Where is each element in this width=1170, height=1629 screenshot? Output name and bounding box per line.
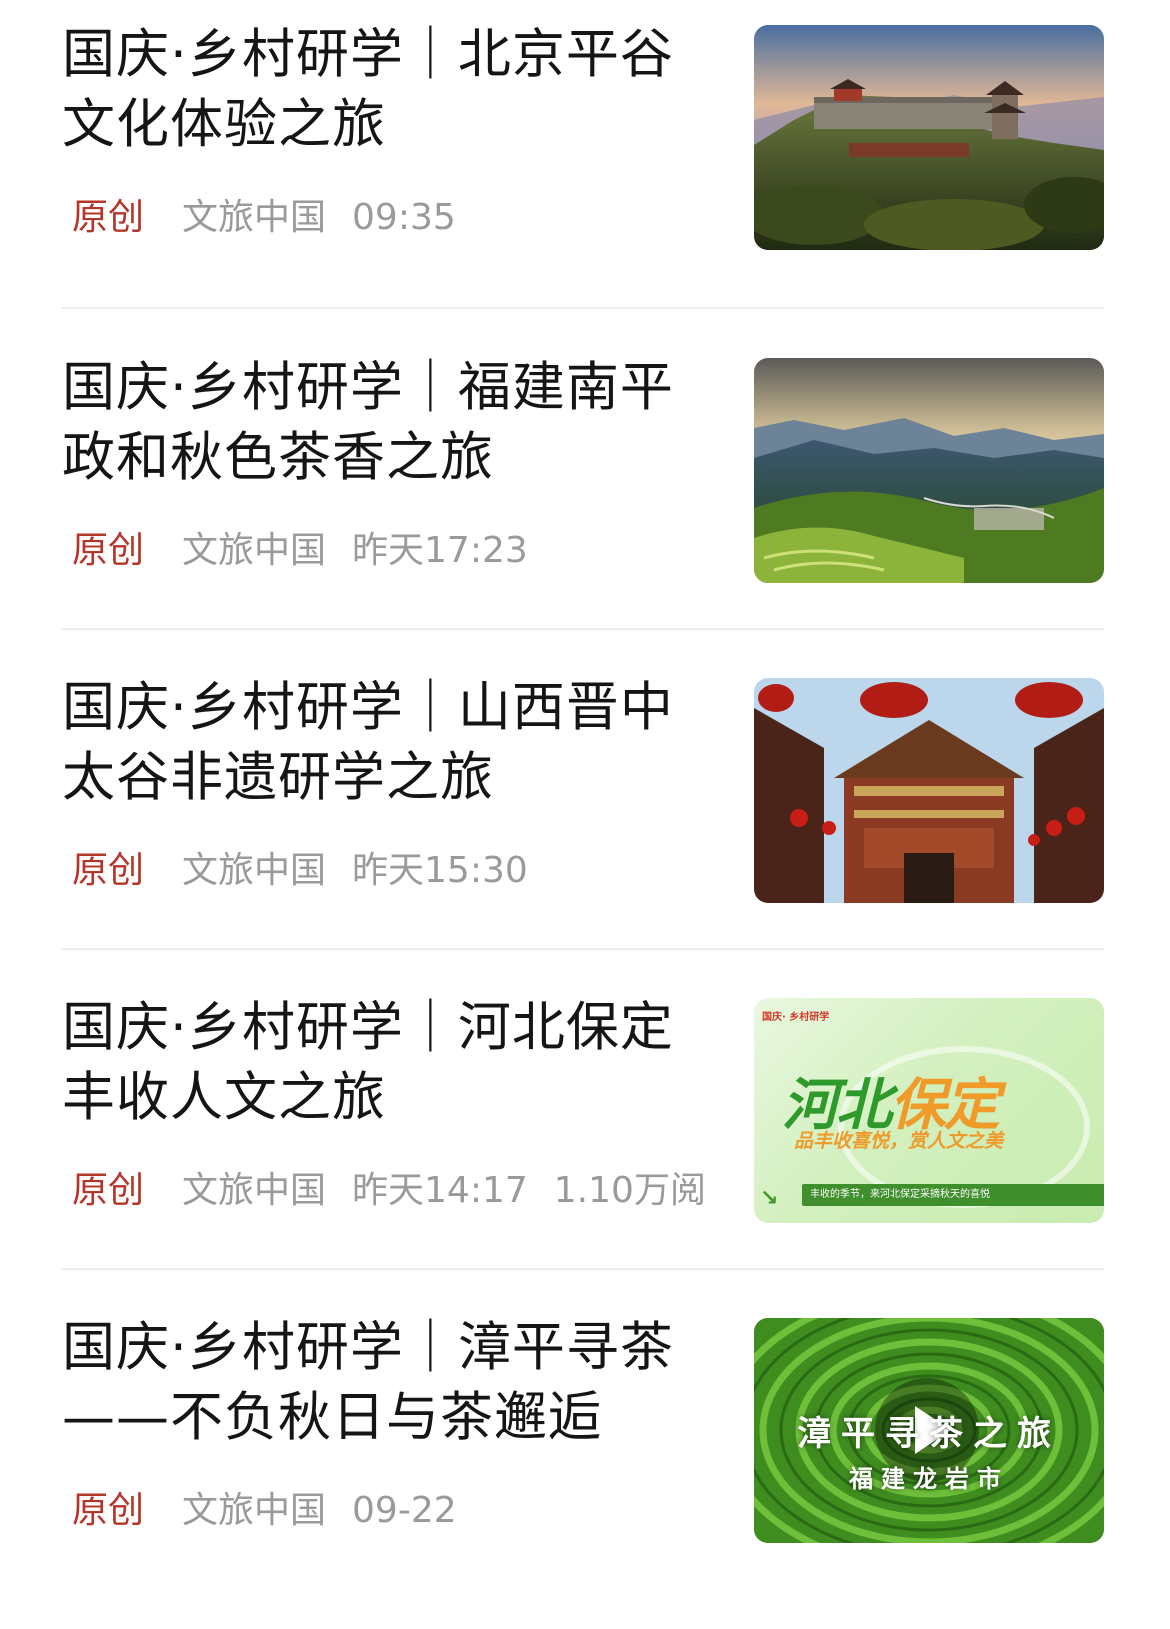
article-time: 昨天15:30 (352, 850, 528, 891)
article-title[interactable]: 国庆·乡村研学｜山西晋中太谷非遗研学之旅 (62, 673, 702, 813)
article-meta: 原创 文旅中国 昨天15:30 (72, 849, 554, 893)
tea-field-video-thumbnail[interactable]: 漳平寻茶之旅 福建龙岩市 (754, 1318, 1104, 1543)
article-time: 昨天14:17 (352, 1170, 528, 1211)
divider (62, 628, 1104, 630)
video-overlay-text: 漳平寻茶之旅 福建龙岩市 (754, 1406, 1104, 1494)
lantern-gate-thumbnail[interactable] (754, 678, 1104, 903)
poster-tag: 国庆· 乡村研学 (762, 1012, 830, 1023)
article-feed: 国庆·乡村研学｜北京平谷文化体验之旅 原创 文旅中国 09:35 国庆·乡村研学… (0, 0, 1170, 1629)
article-title[interactable]: 国庆·乡村研学｜福建南平政和秋色茶香之旅 (62, 353, 702, 493)
article-item[interactable]: 国庆·乡村研学｜河北保定丰收人文之旅 原创 文旅中国 昨天14:17 1.10万阅 国… (0, 973, 1170, 1293)
original-badge: 原创 (72, 530, 145, 571)
original-badge: 原创 (72, 197, 145, 238)
article-title[interactable]: 国庆·乡村研学｜漳平寻茶——不负秋日与茶邂逅 (62, 1313, 702, 1453)
divider (62, 948, 1104, 950)
article-title[interactable]: 国庆·乡村研学｜河北保定丰收人文之旅 (62, 993, 702, 1133)
article-item[interactable]: 国庆·乡村研学｜山西晋中太谷非遗研学之旅 原创 文旅中国 昨天15:30 (0, 653, 1170, 973)
hebei-poster-thumbnail[interactable]: 国庆· 乡村研学 河北保定 品丰收喜悦，赏人文之美 ↘ 丰收的季节，来河北保定采… (754, 998, 1104, 1223)
article-title[interactable]: 国庆·乡村研学｜北京平谷文化体验之旅 (62, 20, 702, 160)
video-location-text: 福建龙岩市 (849, 1465, 1009, 1493)
article-time: 昨天17:23 (352, 530, 528, 571)
original-badge: 原创 (72, 1490, 145, 1531)
article-source[interactable]: 文旅中国 (182, 197, 326, 238)
article-item[interactable]: 国庆·乡村研学｜北京平谷文化体验之旅 原创 文旅中国 09:35 (0, 0, 1170, 320)
article-meta: 原创 文旅中国 09-22 (72, 1489, 483, 1533)
article-source[interactable]: 文旅中国 (182, 1490, 326, 1531)
mountain-temple-thumbnail[interactable] (754, 25, 1104, 250)
divider (62, 1268, 1104, 1270)
poster-caption: 丰收的季节，来河北保定采摘秋天的喜悦 (802, 1184, 1104, 1206)
video-title-text: 漳平寻茶之旅 (797, 1414, 1061, 1454)
article-source[interactable]: 文旅中国 (182, 850, 326, 891)
arrow-icon: ↘ (760, 1186, 779, 1211)
original-badge: 原创 (72, 1170, 145, 1211)
article-time: 09:35 (352, 197, 456, 238)
original-badge: 原创 (72, 850, 145, 891)
article-item[interactable]: 国庆·乡村研学｜福建南平政和秋色茶香之旅 原创 文旅中国 昨天17:23 (0, 333, 1170, 653)
divider (62, 307, 1104, 309)
article-meta: 原创 文旅中国 09:35 (72, 196, 482, 240)
article-meta: 原创 文旅中国 昨天17:23 (72, 529, 554, 573)
article-source[interactable]: 文旅中国 (182, 530, 326, 571)
article-meta: 原创 文旅中国 昨天14:17 1.10万阅 (72, 1169, 706, 1213)
poster-subtitle: 品丰收喜悦，赏人文之美 (794, 1130, 1004, 1152)
read-count: 1.10万阅 (553, 1170, 706, 1211)
article-item[interactable]: 国庆·乡村研学｜漳平寻茶——不负秋日与茶邂逅 原创 文旅中国 09-22 漳平寻… (0, 1293, 1170, 1613)
valley-terrace-thumbnail[interactable] (754, 358, 1104, 583)
article-time: 09-22 (352, 1490, 457, 1531)
article-source[interactable]: 文旅中国 (182, 1170, 326, 1211)
